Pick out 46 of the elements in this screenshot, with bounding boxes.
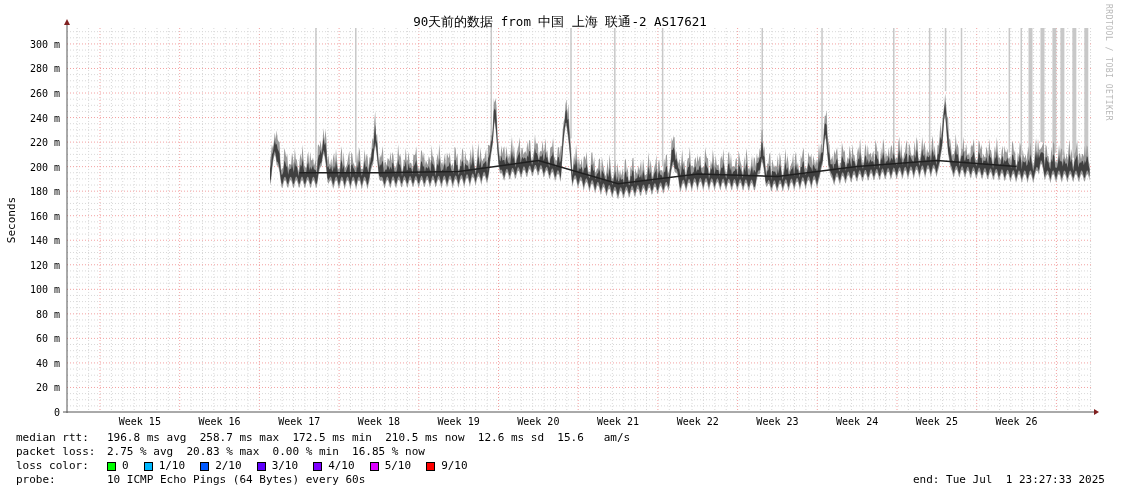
swatch-label: 9/10 [441,459,468,473]
x-tick-label: Week 16 [198,416,241,427]
y-tick-label: 80 m [35,308,60,320]
swatch-label: 4/10 [328,459,355,473]
x-tick-label: Week 26 [995,416,1038,427]
end-time: end: Tue Jul 1 23:27:33 2025 [912,473,1105,487]
x-tick-label: Week 20 [517,416,560,427]
x-tick-label: Week 18 [357,416,401,427]
x-tick-label: Week 22 [676,416,719,427]
y-tick-label: 140 m [29,235,60,247]
y-tick-label: 100 m [29,284,60,296]
swatch-label: 5/10 [384,459,412,473]
y-tick-label: 20 m [35,382,60,394]
y-tick-label: 280 m [29,63,60,75]
x-tick-label: Week 21 [596,416,640,427]
y-tick-label: 160 m [29,210,60,222]
y-tick-label: 40 m [35,357,60,369]
y-tick-label: 220 m [29,137,60,149]
y-tick-label: 0 [53,407,60,418]
y-tick-label: 120 m [29,259,60,271]
legend-label: median rtt: [16,431,90,445]
x-tick-label: Week 19 [437,416,480,427]
swatch-label: 2/10 [215,459,242,473]
swatch-label: 1/10 [158,459,186,473]
probe-text: 10 ICMP Echo Pings (64 Bytes) every 60s [107,473,366,487]
y-tick-label: 180 m [29,186,60,198]
stats-text: 2.75 % avg 20.83 % max 0.00 % min 16.85 % now [107,445,425,459]
stats-text: 196.8 ms avg 258.7 ms max 172.5 ms min 210.5 ms now 12.6 ms sd 15.6 am/s [107,431,631,445]
y-tick-label: 240 m [29,112,60,124]
legend-label: loss color: [16,459,90,473]
y-tick-label: 60 m [35,333,60,345]
y-tick-label: 300 m [29,38,60,50]
swatch-label: 0 [122,459,129,473]
chart-title: 90天前的数据 from 中国 上海 联通-2 AS17621 [413,14,707,29]
y-tick-label: 260 m [29,88,60,99]
credit-text: RRDTOOL / TOBI OETIKER [1104,4,1113,121]
legend-label: packet loss: [16,445,97,459]
x-tick-label: Week 15 [118,416,161,427]
x-tick-label: Week 25 [915,416,958,427]
x-tick-label: Week 23 [756,416,799,427]
x-tick-label: Week 24 [836,416,879,427]
y-tick-label: 200 m [29,161,60,173]
legend-label: probe: [16,473,57,487]
swatch-label: 3/10 [271,459,299,473]
y-axis-label: Seconds [5,196,18,244]
x-tick-label: Week 17 [278,416,321,427]
